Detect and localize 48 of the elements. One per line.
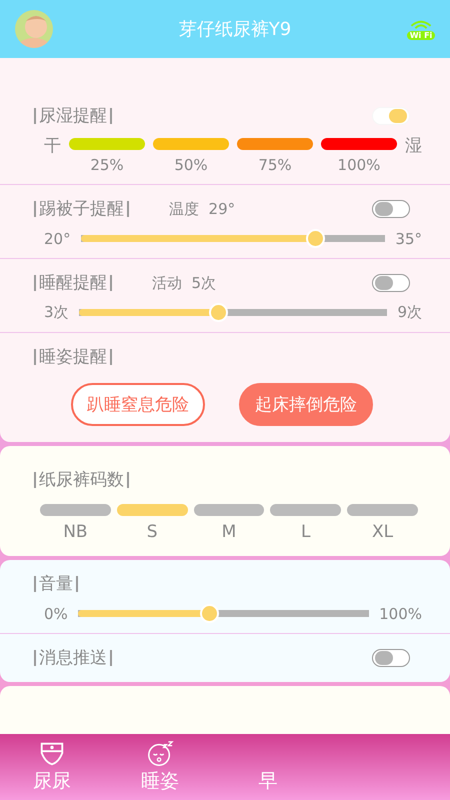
min-label: 3次 [44, 303, 69, 322]
diaper-icon [38, 740, 66, 768]
tab[interactable]: 睡姿 [130, 734, 190, 800]
toggle-switch[interactable] [372, 200, 410, 218]
size-option[interactable] [194, 504, 264, 516]
percent-label: 100% [338, 156, 380, 174]
size-option[interactable] [116, 504, 188, 516]
alert-button[interactable]: 起床摔倒危险 [239, 383, 373, 426]
slider-thumb[interactable] [200, 604, 219, 623]
max-label: 35° [395, 230, 422, 248]
app-title: 芽仔纸尿裤Y9 [178, 18, 292, 41]
percent-label: 25% [90, 156, 124, 174]
section-title: 消息推送 [34, 650, 112, 666]
wifi-button[interactable]: Wi Fi [406, 18, 436, 40]
min-label: 20° [44, 230, 71, 248]
toggle-switch[interactable] [372, 649, 410, 667]
section-title: 睡醒提醒 [34, 275, 112, 291]
max-label: 9次 [397, 303, 422, 322]
reading-label: 活动 5次 [152, 274, 216, 292]
percent-label: 50% [174, 156, 208, 174]
size-label: XL [372, 522, 394, 542]
section-title: 纸尿裤码数 [34, 472, 129, 488]
section-title: 音量 [34, 576, 78, 592]
min-label: 0% [44, 604, 68, 622]
percent-label: 75% [258, 156, 292, 174]
slider-thumb[interactable] [306, 229, 326, 248]
size-option[interactable] [347, 504, 418, 516]
section-title: 尿湿提醒 [34, 108, 112, 124]
size-label: M [222, 522, 236, 542]
size-label: L [301, 522, 311, 542]
size-option[interactable] [40, 504, 111, 516]
size-option[interactable] [270, 504, 342, 516]
section-title: 睡姿提醒 [34, 349, 112, 365]
reading-label: 温度 29° [169, 200, 236, 218]
toggle-switch[interactable] [372, 274, 410, 292]
wifi-label: Wi Fi [406, 30, 436, 40]
size-label: NB [63, 522, 88, 542]
size-label: S [146, 522, 158, 542]
alert-button[interactable]: 趴睡窒息危险 [71, 383, 205, 426]
slider-thumb[interactable] [208, 303, 228, 322]
sleeping-face-icon [146, 740, 174, 768]
section-title: 踢被子提醒 [34, 201, 129, 217]
tab[interactable]: 早 [238, 734, 298, 800]
wet-label: 湿 [405, 135, 422, 157]
dry-label: 干 [44, 135, 61, 157]
wifi-icon [409, 18, 433, 30]
tab[interactable]: 尿尿 [22, 734, 82, 800]
max-label: 100% [379, 604, 422, 622]
